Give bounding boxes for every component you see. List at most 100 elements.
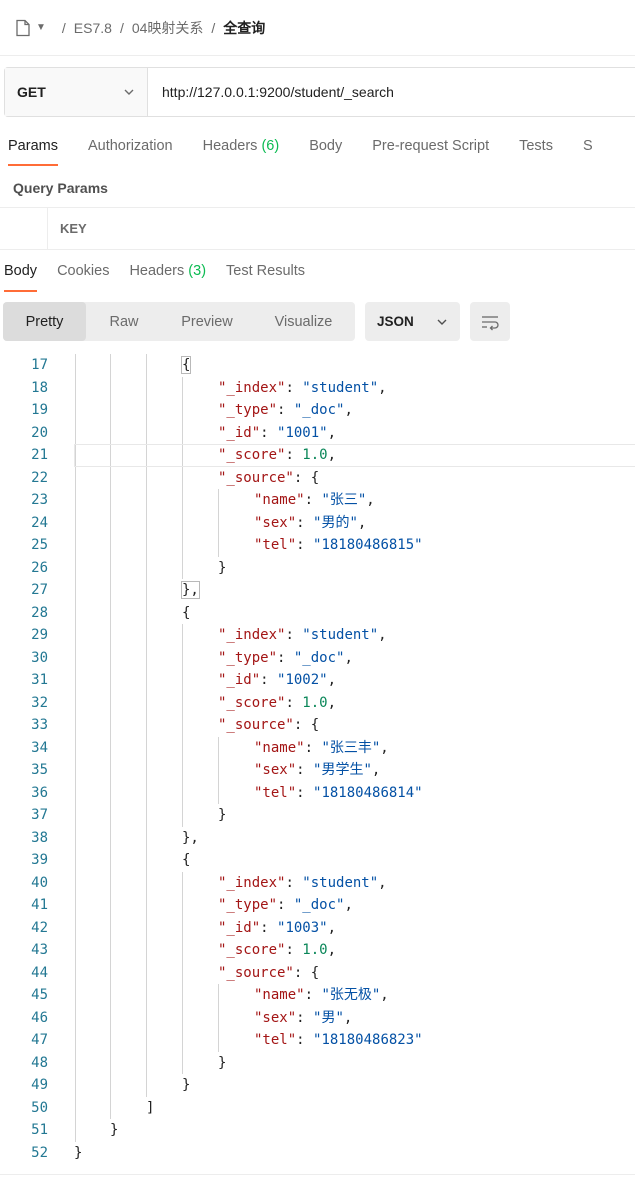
wrap-lines-button[interactable] <box>470 302 510 341</box>
code-line: 23 "name": "张三", <box>0 489 635 512</box>
tab-label: S <box>582 138 593 154</box>
code-line: 36 "tel": "18180486814" <box>0 782 635 805</box>
line-number: 39 <box>31 852 48 868</box>
code-text: } <box>218 807 227 823</box>
code-text: { <box>182 852 191 868</box>
divider <box>0 1174 635 1175</box>
tab-params[interactable]: Params <box>8 128 58 166</box>
line-number: 40 <box>31 874 48 891</box>
line-number: 47 <box>31 1032 48 1048</box>
code-line: 47 "tel": "18180486823" <box>0 1029 635 1052</box>
tab-label: Test Results <box>226 263 306 279</box>
url-input[interactable]: http://127.0.0.1:9200/student/_search <box>148 84 394 100</box>
view-mode-group: Pretty Raw Preview Visualize <box>3 302 355 341</box>
code-text: "sex": "男", <box>254 1009 353 1026</box>
code-line: 18 "_index": "student", <box>0 377 635 400</box>
tab-label: Headers <box>129 263 185 279</box>
method-select[interactable]: GET <box>5 68 148 116</box>
code-text: "_score": 1.0, <box>218 447 337 463</box>
code-text: { <box>182 604 191 621</box>
response-headers-count: (3) <box>188 263 207 279</box>
request-name[interactable]: 全查询 <box>223 18 265 38</box>
code-line: 48} <box>0 1052 635 1075</box>
line-number: 19 <box>31 402 48 418</box>
line-number: 42 <box>31 919 48 936</box>
document-icon[interactable] <box>14 19 32 37</box>
params-checkbox-column <box>0 208 48 249</box>
code-text: }, <box>181 581 200 599</box>
view-raw-button[interactable]: Raw <box>86 302 162 341</box>
tab-label: Body <box>309 138 343 154</box>
view-visualize-button[interactable]: Visualize <box>252 302 355 341</box>
tab-label: Authorization <box>87 138 173 154</box>
response-tab-cookies[interactable]: Cookies <box>57 256 109 292</box>
request-bar: GET http://127.0.0.1:9200/student/_searc… <box>4 67 635 117</box>
code-line: 50] <box>0 1097 635 1120</box>
code-line: 19 "_type": "_doc", <box>0 399 635 422</box>
code-line: 42 "_id": "1003", <box>0 917 635 940</box>
code-text: ] <box>146 1099 155 1116</box>
line-number: 27 <box>31 582 48 598</box>
code-line: 35 "sex": "男学生", <box>0 759 635 782</box>
response-tab-headers[interactable]: Headers (3) <box>129 256 206 292</box>
chevron-down-icon <box>437 319 447 325</box>
line-number: 26 <box>31 559 48 576</box>
code-line: 45 "name": "张无极", <box>0 984 635 1007</box>
tab-authorization[interactable]: Authorization <box>88 128 173 166</box>
code-text: "sex": "男的", <box>254 514 367 531</box>
code-line: 28 { <box>0 602 635 625</box>
format-select[interactable]: JSON <box>365 302 460 341</box>
code-text: "_source": { <box>218 964 320 981</box>
breadcrumb-collection[interactable]: ES7.8 <box>74 20 112 36</box>
line-number: 46 <box>31 1009 48 1026</box>
tab-pre-request-script[interactable]: Pre-request Script <box>372 128 489 166</box>
code-text: } <box>74 1144 83 1161</box>
view-preview-button[interactable]: Preview <box>162 302 252 341</box>
code-line: 17 { <box>0 354 635 377</box>
tab-settings[interactable]: S <box>583 128 593 166</box>
code-text: "tel": "18180486815" <box>254 537 423 553</box>
code-line: 26} <box>0 557 635 580</box>
response-tabs: Body Cookies Headers (3) Test Results <box>0 256 635 292</box>
code-line: 29 "_index": "student", <box>0 624 635 647</box>
breadcrumb: ▼ / ES7.8 / 04映射关系 / 全查询 <box>0 0 635 56</box>
code-line: 30 "_type": "_doc", <box>0 647 635 670</box>
line-number: 17 <box>31 357 48 373</box>
query-params-title: Query Params <box>13 180 108 196</box>
code-text: "_source": { <box>218 469 320 486</box>
code-text: "_score": 1.0, <box>218 694 337 711</box>
code-text: } <box>218 559 227 576</box>
tab-headers[interactable]: Headers (6) <box>203 128 280 166</box>
code-line: 38}, <box>0 827 635 850</box>
format-label: JSON <box>377 314 414 329</box>
response-body-code[interactable]: 17 {18 "_index": "student", 19 "_type": "_do… <box>0 354 635 1174</box>
response-tab-test-results[interactable]: Test Results <box>226 256 305 292</box>
line-number: 32 <box>31 694 48 711</box>
line-number: 38 <box>31 829 48 846</box>
line-number: 34 <box>31 739 48 756</box>
view-pretty-button[interactable]: Pretty <box>3 302 86 341</box>
code-line: 51} <box>0 1119 635 1142</box>
code-text: } <box>182 1077 191 1093</box>
code-text: "_score": 1.0, <box>218 942 337 958</box>
code-text: } <box>218 1054 227 1071</box>
code-line: 25 "tel": "18180486815" <box>0 534 635 557</box>
code-text: } <box>110 1122 119 1138</box>
tab-label: Body <box>4 263 38 279</box>
response-tab-body[interactable]: Body <box>4 256 38 292</box>
method-label: GET <box>17 84 46 100</box>
code-text: "_id": "1003", <box>218 919 337 936</box>
tab-tests[interactable]: Tests <box>519 128 553 166</box>
breadcrumb-folder[interactable]: 04映射关系 <box>132 18 204 38</box>
code-line: 20 "_id": "1001", <box>0 422 635 445</box>
caret-down-icon[interactable]: ▼ <box>36 22 46 33</box>
line-number: 37 <box>31 807 48 823</box>
code-line: 43 "_score": 1.0, <box>0 939 635 962</box>
line-number: 33 <box>31 717 48 733</box>
code-line: 52} <box>0 1142 635 1165</box>
wrap-lines-icon <box>482 315 499 330</box>
line-number: 18 <box>31 379 48 396</box>
code-line: 24 "sex": "男的", <box>0 512 635 535</box>
breadcrumb-separator: / <box>211 19 216 36</box>
tab-body[interactable]: Body <box>309 128 342 166</box>
